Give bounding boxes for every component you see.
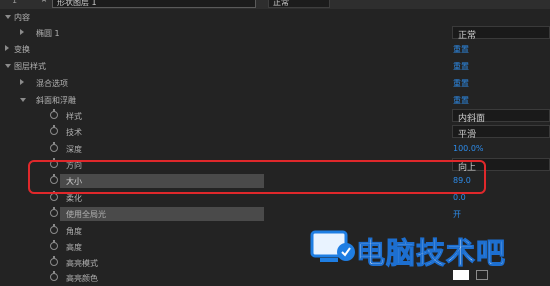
angle-label: 角度 <box>66 227 82 236</box>
annotation-box <box>28 160 486 194</box>
stopwatch-icon[interactable] <box>50 125 58 135</box>
global-light-toggle[interactable]: 开 <box>453 209 461 220</box>
transform-reset-link[interactable]: 重置 <box>453 44 469 55</box>
stopwatch-icon[interactable] <box>50 224 58 234</box>
depth-label: 深度 <box>66 145 82 154</box>
global-light-label: 使用全局光 <box>66 210 106 219</box>
highlight-mode-label: 高亮模式 <box>66 259 98 268</box>
ellipse-mode-select[interactable]: 正常 <box>452 26 550 41</box>
stopwatch-icon[interactable] <box>50 256 58 266</box>
depth-value[interactable]: 100.0% <box>453 144 484 153</box>
expand-icon[interactable] <box>5 64 11 68</box>
style-label: 样式 <box>66 112 82 121</box>
stopwatch-icon[interactable] <box>50 142 58 152</box>
watermark-text: 电脑技术吧 <box>355 236 507 271</box>
ellipse-label: 椭圆 1 <box>36 29 60 38</box>
row-style: 样式 内斜面 <box>0 108 550 124</box>
blending-label: 混合选项 <box>36 79 68 88</box>
soften-label: 柔化 <box>66 194 82 203</box>
row-blending-options[interactable]: 混合选项 重置 <box>0 75 550 91</box>
computer-logo-icon <box>310 230 355 262</box>
bevel-reset-link[interactable]: 重置 <box>453 95 469 106</box>
row-transform[interactable]: 变换 重置 <box>0 41 550 57</box>
soften-value[interactable]: 0.0 <box>453 193 466 202</box>
altitude-label: 高度 <box>66 243 82 252</box>
content-label: 内容 <box>14 13 30 22</box>
row-highlight-color: 高亮颜色 <box>0 270 550 286</box>
row-content[interactable]: 内容 <box>0 9 550 25</box>
collapse-icon[interactable] <box>20 29 24 35</box>
style-select[interactable]: 内斜面 <box>452 109 550 124</box>
row-layer-styles[interactable]: 图层样式 重置 <box>0 58 550 74</box>
stopwatch-icon[interactable] <box>50 271 58 281</box>
collapse-icon[interactable] <box>5 45 9 51</box>
layer-styles-reset-link[interactable]: 重置 <box>453 61 469 72</box>
collapse-icon[interactable] <box>20 79 24 85</box>
layer-mode-select[interactable]: 正常 <box>268 0 330 8</box>
watermark: 电脑技术吧 <box>308 226 550 271</box>
row-use-global-light[interactable]: 使用全局光 开 <box>0 206 550 222</box>
row-bevel-emboss[interactable]: 斜面和浮雕 重置 <box>0 92 550 108</box>
transform-label: 变换 <box>14 45 30 54</box>
layer-header: 1 ★ 形状图层 1 正常 <box>0 0 550 9</box>
row-ellipse[interactable]: 椭圆 1 正常 <box>0 25 550 41</box>
technique-select[interactable]: 平滑 <box>452 125 550 140</box>
stopwatch-icon[interactable] <box>50 240 58 250</box>
expand-icon[interactable] <box>5 15 11 19</box>
layer-number: 1 <box>12 0 18 5</box>
blending-reset-link[interactable]: 重置 <box>453 78 469 89</box>
bevel-label: 斜面和浮雕 <box>36 96 76 105</box>
layer-styles-label: 图层样式 <box>14 62 46 71</box>
row-depth: 深度 100.0% <box>0 141 550 157</box>
stopwatch-icon[interactable] <box>50 109 58 119</box>
technique-label: 技术 <box>66 128 82 137</box>
stopwatch-icon[interactable] <box>50 207 58 217</box>
star-icon: ★ <box>40 0 49 5</box>
highlight-color-label: 高亮颜色 <box>66 274 98 283</box>
row-technique: 技术 平滑 <box>0 124 550 140</box>
expand-icon[interactable] <box>20 98 26 102</box>
layer-name-field[interactable]: 形状图层 1 <box>52 0 256 8</box>
stopwatch-icon[interactable] <box>50 191 58 201</box>
